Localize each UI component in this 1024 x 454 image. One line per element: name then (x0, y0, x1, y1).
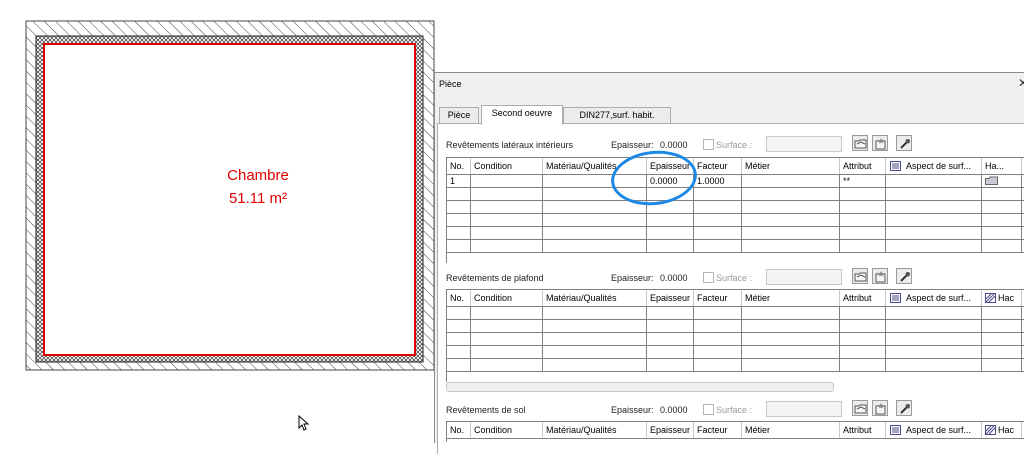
lateral-coverings-table[interactable]: No. Condition Matériau/Qualités Epaisseu… (446, 157, 1024, 263)
pipette-button[interactable] (896, 400, 912, 416)
table-row[interactable] (447, 227, 1024, 240)
open-folder-icon (854, 272, 867, 282)
surface-checkbox[interactable] (703, 404, 714, 415)
surface-label: Surface : (716, 405, 753, 415)
column-header[interactable]: Facteur (694, 158, 742, 174)
column-header[interactable]: Matériau/Qualités (543, 422, 647, 438)
save-favorite-icon (875, 138, 886, 150)
section-label-lateral: Revêtements latéraux intérieurs (446, 140, 574, 150)
open-folder-icon (854, 404, 867, 414)
surface-aspect-icon (890, 161, 901, 171)
open-folder-button[interactable] (852, 400, 868, 416)
ceiling-coverings-table[interactable]: No. Condition Matériau/Qualités Epaisseu… (446, 289, 1024, 382)
column-header[interactable]: Facteur (694, 422, 742, 438)
pipette-button[interactable] (896, 135, 912, 151)
save-favorite-icon (875, 403, 886, 415)
surface-input[interactable] (766, 401, 842, 417)
open-folder-button[interactable] (852, 135, 868, 151)
epaisseur-value: 0.0000 (660, 140, 688, 150)
surface-input[interactable] (766, 136, 842, 152)
hatch-folder-icon (985, 176, 998, 185)
cell-condition[interactable] (471, 175, 543, 187)
cell-aspect[interactable] (886, 175, 982, 187)
surface-aspect-icon (890, 293, 901, 303)
table-row[interactable] (447, 307, 1024, 320)
surface-checkbox[interactable] (703, 139, 714, 150)
column-header[interactable]: Matériau/Qualités (543, 290, 647, 306)
pipette-button[interactable] (896, 268, 912, 284)
surface-aspect-icon (890, 425, 901, 435)
column-header[interactable]: Métier (742, 422, 840, 438)
column-header[interactable]: No. (447, 158, 471, 174)
column-header[interactable]: Métier (742, 290, 840, 306)
table-row[interactable] (447, 240, 1024, 253)
floor-coverings-table[interactable]: No. Condition Matériau/Qualités Epaisseu… (446, 421, 1024, 442)
dialog-title: Pièce (439, 79, 462, 89)
table-row[interactable] (447, 188, 1024, 201)
epaisseur-label: Epaisseur: (611, 405, 654, 415)
hatching-icon (985, 293, 996, 303)
table-header: No. Condition Matériau/Qualités Epaisseu… (447, 158, 1024, 175)
column-header[interactable]: No. (447, 422, 471, 438)
epaisseur-label: Epaisseur: (611, 273, 654, 283)
tab-din277[interactable]: DIN277,surf. habit. (563, 107, 671, 124)
surface-checkbox[interactable] (703, 272, 714, 283)
surface-label: Surface : (716, 273, 753, 283)
column-header[interactable]: Attribut (840, 158, 886, 174)
cell-facteur[interactable]: 1.0000 (694, 175, 742, 187)
table-row[interactable] (447, 333, 1024, 346)
floor-plan-drawing (25, 20, 435, 371)
cell-attribut[interactable]: ** (840, 175, 886, 187)
table-row[interactable] (447, 320, 1024, 333)
epaisseur-value: 0.0000 (660, 405, 688, 415)
save-favorite-button[interactable] (872, 400, 888, 416)
pipette-icon (900, 139, 910, 149)
tab-piece[interactable]: Pièce (439, 107, 479, 124)
table-row[interactable] (447, 359, 1024, 372)
close-icon[interactable]: ✕ (1018, 76, 1024, 90)
floor-plan-view[interactable]: Chambre 51.11 m² (0, 0, 435, 431)
column-header[interactable]: Condition (471, 290, 543, 306)
table-header: No. Condition Matériau/Qualités Epaisseu… (447, 422, 1024, 439)
save-favorite-button[interactable] (872, 135, 888, 151)
column-header[interactable]: Métier (742, 158, 840, 174)
surface-label: Surface : (716, 140, 753, 150)
table-row[interactable] (447, 214, 1024, 227)
save-favorite-icon (875, 271, 886, 283)
table-row[interactable] (447, 346, 1024, 359)
table-header: No. Condition Matériau/Qualités Epaisseu… (447, 290, 1024, 307)
piece-dialog: Pièce ✕ Pièce Second oeuvre DIN277,surf.… (434, 72, 1024, 454)
hatching-icon (985, 425, 996, 435)
pipette-icon (900, 404, 910, 414)
room-area: 51.11 m² (228, 190, 288, 207)
horizontal-scrollbar[interactable] (446, 382, 834, 392)
second-oeuvre-panel: Revêtements latéraux intérieurs Epaisseu… (437, 123, 1024, 454)
table-row[interactable]: 1 0.0000 1.0000 ** (447, 175, 1024, 188)
epaisseur-value: 0.0000 (660, 273, 688, 283)
epaisseur-label: Epaisseur: (611, 140, 654, 150)
column-header[interactable]: Ha... (982, 158, 1022, 174)
column-header[interactable]: Facteur (694, 290, 742, 306)
cell-hachure[interactable] (982, 175, 1022, 187)
pipette-icon (900, 272, 910, 282)
room-name: Chambre (227, 167, 289, 184)
open-folder-button[interactable] (852, 268, 868, 284)
column-header[interactable]: Attribut (840, 422, 886, 438)
tab-second-oeuvre[interactable]: Second oeuvre (481, 105, 563, 125)
column-header[interactable]: Condition (471, 422, 543, 438)
column-header[interactable]: No. (447, 290, 471, 306)
save-favorite-button[interactable] (872, 268, 888, 284)
column-header[interactable]: Attribut (840, 290, 886, 306)
section-label-floor: Revêtements de sol (446, 405, 526, 415)
cell-no[interactable]: 1 (447, 175, 471, 187)
column-header[interactable]: Epaisseur (647, 290, 694, 306)
surface-input[interactable] (766, 269, 842, 285)
cell-metier[interactable] (742, 175, 840, 187)
column-header[interactable]: Condition (471, 158, 543, 174)
section-label-ceiling: Revêtements de plafond (446, 273, 544, 283)
open-folder-icon (854, 139, 867, 149)
table-row[interactable] (447, 201, 1024, 214)
column-header[interactable]: Epaisseur (647, 422, 694, 438)
